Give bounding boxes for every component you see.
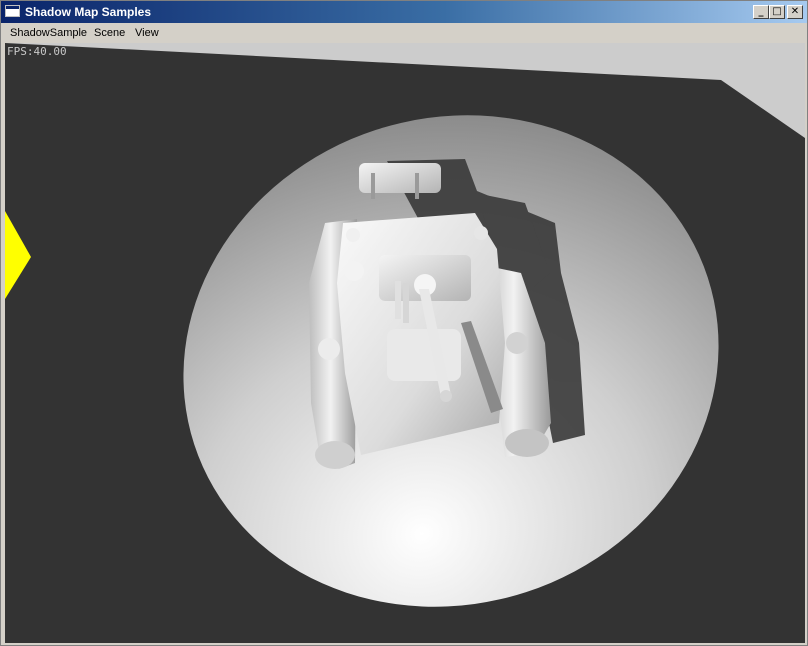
app-window: Shadow Map Samples _ □ ✕ ShadowSample Sc…	[0, 0, 808, 646]
menu-shadowsample[interactable]: ShadowSample	[10, 26, 87, 40]
close-button[interactable]: ✕	[787, 5, 803, 19]
title-bar[interactable]: Shadow Map Samples _ □ ✕	[1, 1, 807, 23]
minimize-button[interactable]: _	[753, 5, 769, 19]
menu-view[interactable]: View	[135, 26, 159, 40]
render-viewport[interactable]: FPS:40.00	[5, 43, 805, 643]
menu-scene[interactable]: Scene	[94, 26, 125, 40]
window-title: Shadow Map Samples	[25, 5, 152, 19]
tank-hatch	[387, 329, 461, 381]
scene-canvas	[5, 43, 805, 607]
window-icon[interactable]	[5, 5, 20, 17]
fps-counter: FPS:40.00	[7, 45, 67, 58]
maximize-button[interactable]: □	[769, 5, 785, 19]
menu-bar: ShadowSample Scene View	[1, 23, 807, 43]
yellow-marker	[5, 211, 31, 299]
